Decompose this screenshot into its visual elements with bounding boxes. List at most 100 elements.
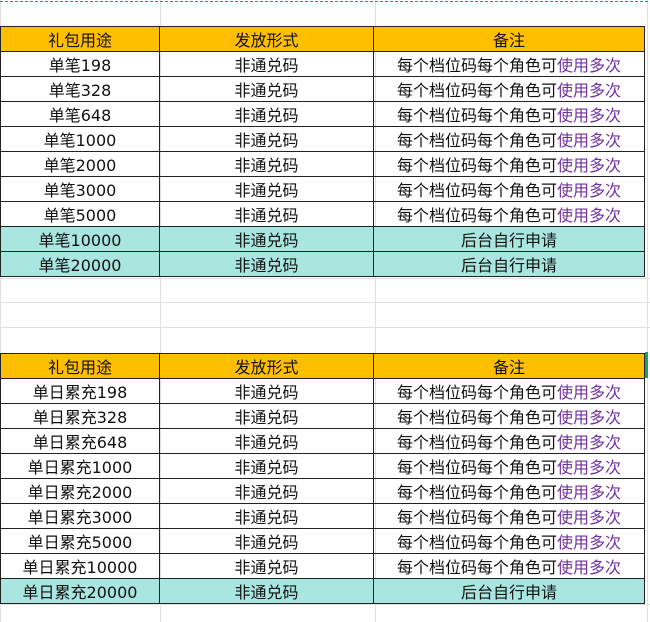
cell-note[interactable]: 每个档位码每个角色可使用多次: [373, 478, 645, 504]
header-cell-note[interactable]: 备注: [373, 353, 645, 379]
cell-purpose[interactable]: 单日累充2000: [0, 478, 160, 504]
cell-note[interactable]: 每个档位码每个角色可使用多次: [373, 126, 645, 152]
cell-note[interactable]: 每个档位码每个角色可使用多次: [373, 403, 645, 429]
gift-pack-table-single: 礼包用途 发放形式 备注 单笔198 非通兑码 每个档位码每个角色可使用多次 单笔32…: [0, 26, 645, 277]
note-text-accent: 使用多次: [557, 56, 622, 75]
cell-form[interactable]: 非通兑码: [159, 126, 374, 152]
note-text: 每个档位码每个角色可: [396, 383, 557, 402]
note-text-accent: 使用多次: [557, 533, 622, 552]
cell-purpose[interactable]: 单笔3000: [0, 176, 160, 202]
grid-line: [0, 302, 650, 303]
note-text: 后台自行申请: [460, 231, 557, 250]
cell-form[interactable]: 非通兑码: [159, 478, 374, 504]
table-row: 单笔328 非通兑码 每个档位码每个角色可使用多次: [0, 76, 645, 102]
cell-note[interactable]: 每个档位码每个角色可使用多次: [373, 553, 645, 579]
header-cell-purpose[interactable]: 礼包用途: [0, 26, 160, 52]
cell-form[interactable]: 非通兑码: [159, 528, 374, 554]
cell-form[interactable]: 非通兑码: [159, 378, 374, 404]
cell-form[interactable]: 非通兑码: [159, 226, 374, 252]
table-row: 单笔1000 非通兑码 每个档位码每个角色可使用多次: [0, 126, 645, 152]
cell-form[interactable]: 非通兑码: [159, 403, 374, 429]
header-cell-note[interactable]: 备注: [373, 26, 645, 52]
cell-form[interactable]: 非通兑码: [159, 553, 374, 579]
note-text-accent: 使用多次: [557, 483, 622, 502]
cell-purpose[interactable]: 单日累充5000: [0, 528, 160, 554]
cell-purpose[interactable]: 单笔648: [0, 101, 160, 127]
cell-note[interactable]: 每个档位码每个角色可使用多次: [373, 428, 645, 454]
cell-purpose[interactable]: 单笔198: [0, 51, 160, 77]
cell-form[interactable]: 非通兑码: [159, 251, 374, 277]
cell-note[interactable]: 每个档位码每个角色可使用多次: [373, 101, 645, 127]
note-text: 每个档位码每个角色可: [396, 458, 557, 477]
header-cell-form[interactable]: 发放形式: [159, 353, 374, 379]
cell-purpose[interactable]: 单笔1000: [0, 126, 160, 152]
table-row: 单笔20000 非通兑码 后台自行申请: [0, 251, 645, 277]
table-row: 单日累充20000 非通兑码 后台自行申请: [0, 578, 645, 604]
note-text: 每个档位码每个角色可: [396, 81, 557, 100]
note-text-accent: 使用多次: [557, 156, 622, 175]
cell-note[interactable]: 每个档位码每个角色可使用多次: [373, 201, 645, 227]
cell-form[interactable]: 非通兑码: [159, 176, 374, 202]
cell-note[interactable]: 后台自行申请: [373, 251, 645, 277]
cell-form[interactable]: 非通兑码: [159, 453, 374, 479]
cell-purpose[interactable]: 单日累充1000: [0, 453, 160, 479]
cell-purpose[interactable]: 单笔328: [0, 76, 160, 102]
table-row: 单日累充198 非通兑码 每个档位码每个角色可使用多次: [0, 378, 645, 404]
note-text: 每个档位码每个角色可: [396, 483, 557, 502]
table-row: 单日累充5000 非通兑码 每个档位码每个角色可使用多次: [0, 528, 645, 554]
cell-note[interactable]: 每个档位码每个角色可使用多次: [373, 378, 645, 404]
note-text: 后台自行申请: [460, 583, 557, 602]
table-row: 单日累充328 非通兑码 每个档位码每个角色可使用多次: [0, 403, 645, 429]
table-row: 单日累充2000 非通兑码 每个档位码每个角色可使用多次: [0, 478, 645, 504]
table-row: 单日累充3000 非通兑码 每个档位码每个角色可使用多次: [0, 503, 645, 529]
cell-purpose[interactable]: 单日累充648: [0, 428, 160, 454]
cell-form[interactable]: 非通兑码: [159, 578, 374, 604]
cell-note[interactable]: 每个档位码每个角色可使用多次: [373, 176, 645, 202]
table-row: 单笔648 非通兑码 每个档位码每个角色可使用多次: [0, 101, 645, 127]
header-cell-purpose[interactable]: 礼包用途: [0, 353, 160, 379]
cell-purpose[interactable]: 单日累充328: [0, 403, 160, 429]
cell-form[interactable]: 非通兑码: [159, 51, 374, 77]
gift-pack-table-daily: 礼包用途 发放形式 备注 单日累充198 非通兑码 每个档位码每个角色可使用多次 单日…: [0, 353, 645, 604]
note-text: 每个档位码每个角色可: [396, 508, 557, 527]
cell-form[interactable]: 非通兑码: [159, 76, 374, 102]
cell-note[interactable]: 每个档位码每个角色可使用多次: [373, 528, 645, 554]
note-text-accent: 使用多次: [557, 206, 622, 225]
cell-note[interactable]: 每个档位码每个角色可使用多次: [373, 76, 645, 102]
active-cell-indicator: [645, 352, 648, 378]
header-cell-form[interactable]: 发放形式: [159, 26, 374, 52]
cell-purpose[interactable]: 单日累充3000: [0, 503, 160, 529]
cell-purpose[interactable]: 单笔10000: [0, 226, 160, 252]
cell-purpose[interactable]: 单日累充198: [0, 378, 160, 404]
cell-note[interactable]: 后台自行申请: [373, 578, 645, 604]
note-text: 每个档位码每个角色可: [396, 558, 557, 577]
table-row: 单日累充648 非通兑码 每个档位码每个角色可使用多次: [0, 428, 645, 454]
cell-note[interactable]: 每个档位码每个角色可使用多次: [373, 51, 645, 77]
grid-line: [0, 278, 650, 279]
cell-form[interactable]: 非通兑码: [159, 428, 374, 454]
cell-form[interactable]: 非通兑码: [159, 503, 374, 529]
note-text-accent: 使用多次: [557, 458, 622, 477]
cell-purpose[interactable]: 单笔5000: [0, 201, 160, 227]
note-text: 后台自行申请: [460, 256, 557, 275]
cell-note[interactable]: 后台自行申请: [373, 226, 645, 252]
note-text: 每个档位码每个角色可: [396, 206, 557, 225]
cell-form[interactable]: 非通兑码: [159, 151, 374, 177]
note-text-accent: 使用多次: [557, 508, 622, 527]
cell-purpose[interactable]: 单日累充20000: [0, 578, 160, 604]
note-text: 每个档位码每个角色可: [396, 433, 557, 452]
grid-line: [0, 604, 650, 605]
cell-purpose[interactable]: 单笔2000: [0, 151, 160, 177]
table-row: 单日累充10000 非通兑码 每个档位码每个角色可使用多次: [0, 553, 645, 579]
note-text: 每个档位码每个角色可: [396, 56, 557, 75]
note-text-accent: 使用多次: [557, 131, 622, 150]
cell-form[interactable]: 非通兑码: [159, 201, 374, 227]
cell-note[interactable]: 每个档位码每个角色可使用多次: [373, 453, 645, 479]
cell-purpose[interactable]: 单笔20000: [0, 251, 160, 277]
cell-note[interactable]: 每个档位码每个角色可使用多次: [373, 503, 645, 529]
cell-purpose[interactable]: 单日累充10000: [0, 553, 160, 579]
copy-selection-marquee: [0, 1, 648, 2]
cell-note[interactable]: 每个档位码每个角色可使用多次: [373, 151, 645, 177]
cell-form[interactable]: 非通兑码: [159, 101, 374, 127]
table-row: 单笔3000 非通兑码 每个档位码每个角色可使用多次: [0, 176, 645, 202]
